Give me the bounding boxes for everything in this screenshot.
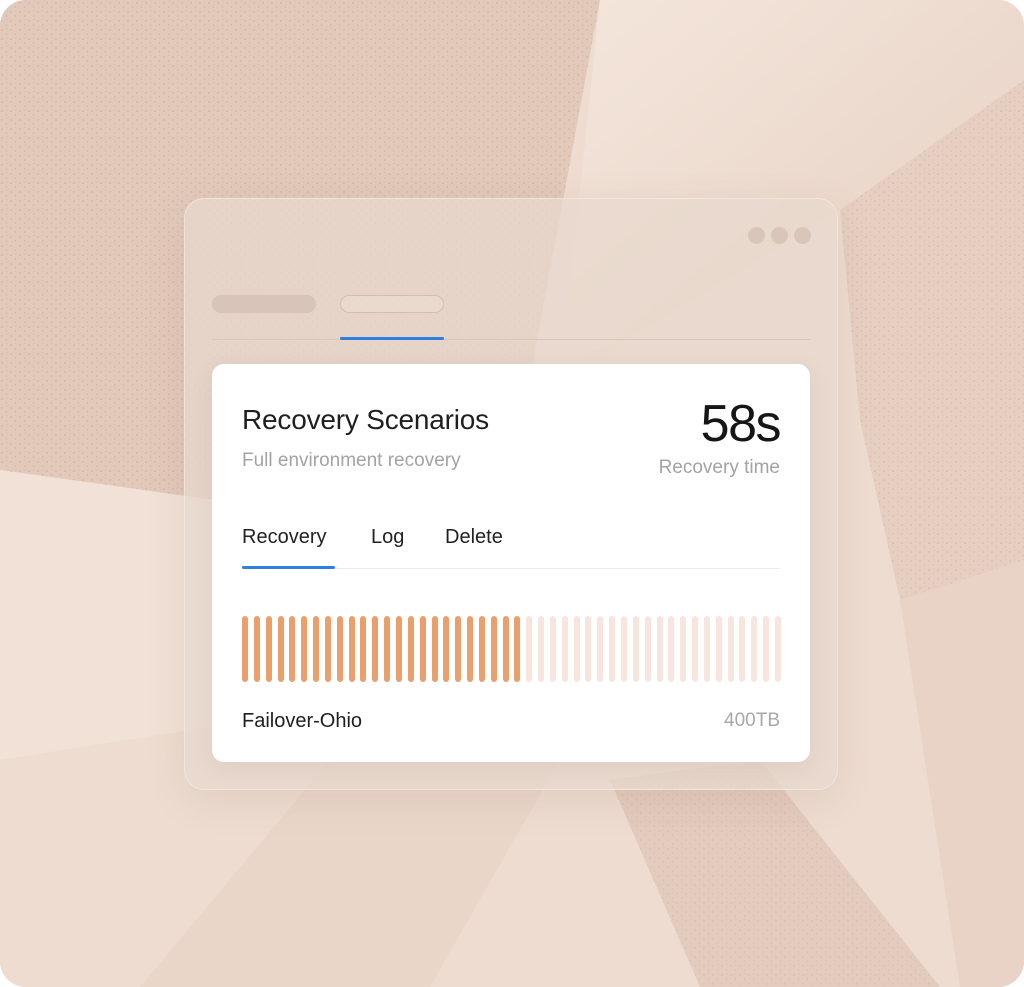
scenario-name: Failover-Ohio — [242, 710, 363, 732]
progress-segment-empty — [680, 616, 687, 682]
progress-segment-empty — [573, 616, 580, 682]
progress-segment-filled — [384, 616, 391, 682]
progress-segment-empty — [609, 616, 616, 682]
background-canvas: Recovery Scenarios Full environment reco… — [0, 0, 1024, 987]
progress-segment-filled — [443, 616, 450, 682]
progress-segment-empty — [763, 616, 770, 682]
progress-segment-empty — [668, 616, 675, 682]
progress-segment-empty — [597, 616, 604, 682]
window-dot-icon[interactable] — [771, 227, 788, 244]
window-tab-indicator — [340, 337, 444, 340]
progress-segment-filled — [313, 616, 320, 682]
progress-segment-filled — [419, 616, 426, 682]
card-subtitle: Full environment recovery — [242, 450, 461, 471]
progress-segment-filled — [301, 616, 308, 682]
progress-segment-filled — [490, 616, 497, 682]
progress-segment-empty — [703, 616, 710, 682]
scenario-size: 400TB — [724, 710, 780, 731]
progress-segment-filled — [253, 616, 260, 682]
progress-segment-filled — [478, 616, 485, 682]
progress-segment-empty — [526, 616, 533, 682]
recovery-time-value: 58s — [700, 395, 782, 453]
progress-segment-filled — [431, 616, 438, 682]
progress-segment-filled — [348, 616, 355, 682]
progress-segment-empty — [739, 616, 746, 682]
progress-segment-empty — [656, 616, 663, 682]
active-tab-indicator — [242, 566, 335, 569]
recovery-card: Recovery Scenarios Full environment reco… — [212, 364, 810, 762]
tab-recovery[interactable]: Recovery — [242, 526, 326, 549]
recovery-progress-bar — [242, 616, 781, 682]
progress-segment-filled — [372, 616, 379, 682]
window-controls — [748, 227, 811, 244]
placeholder-tab-2[interactable] — [340, 295, 444, 313]
progress-segment-empty — [751, 616, 758, 682]
progress-segment-empty — [775, 616, 781, 682]
progress-segment-empty — [644, 616, 651, 682]
progress-segment-filled — [407, 616, 414, 682]
window-divider — [212, 339, 810, 340]
progress-segment-empty — [585, 616, 592, 682]
progress-segment-empty — [538, 616, 545, 682]
progress-segment-empty — [692, 616, 699, 682]
progress-segment-empty — [715, 616, 722, 682]
tab-delete[interactable]: Delete — [445, 526, 503, 549]
placeholder-tab-1[interactable] — [212, 295, 316, 313]
progress-segment-filled — [455, 616, 462, 682]
progress-segment-filled — [467, 616, 474, 682]
progress-segment-empty — [632, 616, 639, 682]
progress-segment-empty — [621, 616, 628, 682]
window-dot-icon[interactable] — [794, 227, 811, 244]
progress-segment-empty — [561, 616, 568, 682]
progress-segment-filled — [514, 616, 521, 682]
progress-segment-filled — [336, 616, 343, 682]
progress-segment-filled — [242, 616, 248, 682]
progress-segment-filled — [324, 616, 331, 682]
progress-segment-filled — [277, 616, 284, 682]
progress-segment-filled — [360, 616, 367, 682]
progress-segment-filled — [289, 616, 296, 682]
window-dot-icon[interactable] — [748, 227, 765, 244]
progress-segment-empty — [727, 616, 734, 682]
progress-segment-filled — [265, 616, 272, 682]
progress-segment-filled — [395, 616, 402, 682]
card-title: Recovery Scenarios — [242, 404, 489, 435]
progress-segment-empty — [549, 616, 556, 682]
progress-segment-filled — [502, 616, 509, 682]
tab-log[interactable]: Log — [371, 526, 404, 549]
recovery-time-label: Recovery time — [658, 457, 780, 478]
tab-bar: Recovery Log Delete — [242, 526, 780, 569]
